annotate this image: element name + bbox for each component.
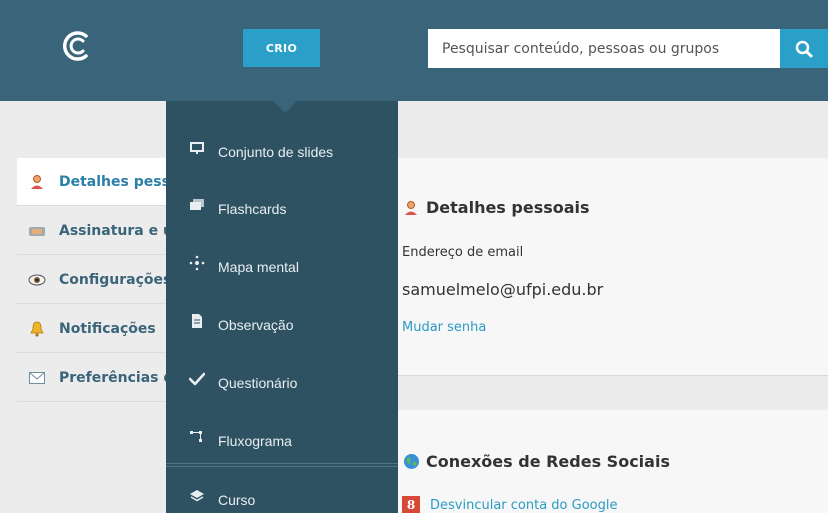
nav-item-label: Notificações <box>59 320 156 337</box>
globe-icon <box>402 453 420 471</box>
create-button[interactable]: CRIO <box>243 29 320 67</box>
email-value: samuelmelo@ufpi.edu.br <box>402 280 604 299</box>
flashcards-icon <box>189 197 205 213</box>
top-bar: CRIO Pesquisar conteúdo, pessoas ou grup… <box>0 0 828 101</box>
flowchart-icon <box>189 429 205 445</box>
menu-divider <box>166 463 398 467</box>
search-button[interactable] <box>780 29 828 68</box>
menu-item-label: Fluxograma <box>218 433 292 449</box>
create-dropdown-menu: Conjunto de slides Flashcards Mapa menta… <box>166 101 398 513</box>
menu-item-label: Flashcards <box>218 201 287 217</box>
search-input[interactable]: Pesquisar conteúdo, pessoas ou grupos <box>428 29 780 68</box>
person-icon <box>27 174 47 190</box>
note-icon <box>189 313 205 329</box>
menu-item-flashcards[interactable]: Flashcards <box>166 180 398 238</box>
google-plus-icon: 8 <box>402 496 420 513</box>
change-password-link[interactable]: Mudar senha <box>402 320 486 335</box>
menu-item-flowchart[interactable]: Fluxograma <box>166 412 398 470</box>
menu-item-label: Mapa mental <box>218 259 299 275</box>
nav-item-settings[interactable]: Configurações <box>17 256 177 304</box>
nav-item-subscription[interactable]: Assinatura e upgrade <box>17 207 177 255</box>
bell-icon <box>27 321 47 337</box>
menu-item-mindmap[interactable]: Mapa mental <box>166 238 398 296</box>
course-layers-icon <box>189 488 205 504</box>
settings-nav: Detalhes pessoais Assinatura e upgrade C… <box>17 158 177 404</box>
menu-item-course[interactable]: Curso <box>166 471 398 513</box>
checkmark-icon <box>189 371 205 387</box>
logo-icon[interactable] <box>58 26 98 66</box>
handshake-icon <box>27 223 47 239</box>
nav-item-personal-details[interactable]: Detalhes pessoais <box>17 158 177 206</box>
social-connections-title: Conexões de Redes Sociais <box>402 452 670 471</box>
nav-item-label: Assinatura e upgrade <box>59 222 177 239</box>
search-icon <box>795 40 813 57</box>
nav-item-notifications[interactable]: Notificações <box>17 305 177 353</box>
slides-icon <box>189 140 205 156</box>
section-title-text: Detalhes pessoais <box>426 198 590 217</box>
menu-item-label: Questionário <box>218 375 298 391</box>
dropdown-caret <box>273 101 297 113</box>
section-title-text: Conexões de Redes Sociais <box>426 452 670 471</box>
menu-item-label: Observação <box>218 317 294 333</box>
eye-icon <box>27 272 47 288</box>
nav-item-label: Configurações <box>59 271 172 288</box>
menu-item-label: Conjunto de slides <box>218 144 334 160</box>
email-label: Endereço de email <box>402 245 524 260</box>
nav-item-label: Detalhes pessoais <box>59 173 177 190</box>
menu-item-quiz[interactable]: Questionário <box>166 354 398 412</box>
personal-details-title: Detalhes pessoais <box>402 198 590 217</box>
menu-item-label: Curso <box>218 492 256 508</box>
person-icon <box>402 199 420 217</box>
personal-details-panel <box>398 158 828 376</box>
mindmap-icon <box>189 255 205 271</box>
envelope-icon <box>27 370 47 386</box>
menu-item-slides[interactable]: Conjunto de slides <box>166 123 398 181</box>
nav-item-label: Preferências de email <box>59 369 177 386</box>
nav-item-email-preferences[interactable]: Preferências de email <box>17 354 177 402</box>
unlink-google-link[interactable]: 8 Desvincular conta do Google <box>402 496 617 513</box>
menu-item-note[interactable]: Observação <box>166 296 398 354</box>
unlink-google-label: Desvincular conta do Google <box>430 497 618 513</box>
